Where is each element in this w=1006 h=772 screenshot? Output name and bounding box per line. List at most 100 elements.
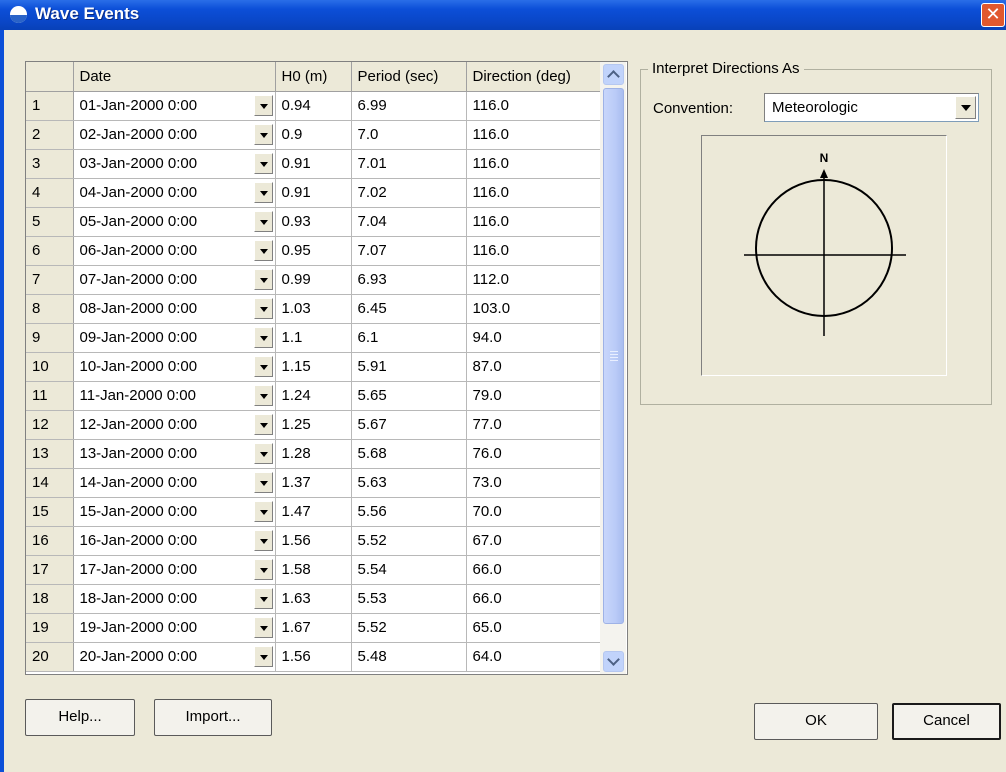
date-dropdown-icon[interactable] <box>253 181 273 203</box>
h0-cell[interactable]: 1.03 <box>275 294 352 324</box>
date-dropdown-icon[interactable] <box>253 210 273 232</box>
wave-events-grid[interactable]: Date H0 (m) Period (sec) Direction (deg)… <box>25 61 628 675</box>
direction-column-header[interactable]: Direction (deg) <box>466 62 601 92</box>
date-cell[interactable]: 13-Jan-2000 0:00 <box>73 439 276 469</box>
table-row[interactable]: 9 09-Jan-2000 0:00 1.1 6.1 94.0 <box>26 323 601 353</box>
ok-button[interactable]: OK <box>754 703 878 740</box>
date-cell[interactable]: 10-Jan-2000 0:00 <box>73 352 276 382</box>
h0-cell[interactable]: 0.91 <box>275 149 352 179</box>
h0-cell[interactable]: 0.93 <box>275 207 352 237</box>
date-dropdown-icon[interactable] <box>253 94 273 116</box>
h0-cell[interactable]: 1.56 <box>275 526 352 556</box>
scrollbar-thumb[interactable] <box>603 88 624 624</box>
direction-cell[interactable]: 76.0 <box>466 439 601 469</box>
table-row[interactable]: 1 01-Jan-2000 0:00 0.94 6.99 116.0 <box>26 91 601 121</box>
period-cell[interactable]: 5.53 <box>351 584 467 614</box>
h0-cell[interactable]: 1.37 <box>275 468 352 498</box>
h0-cell[interactable]: 1.24 <box>275 381 352 411</box>
cancel-button[interactable]: Cancel <box>892 703 1001 740</box>
table-row[interactable]: 7 07-Jan-2000 0:00 0.99 6.93 112.0 <box>26 265 601 295</box>
period-cell[interactable]: 5.54 <box>351 555 467 585</box>
table-row[interactable]: 4 04-Jan-2000 0:00 0.91 7.02 116.0 <box>26 178 601 208</box>
period-cell[interactable]: 6.99 <box>351 91 467 121</box>
date-cell[interactable]: 18-Jan-2000 0:00 <box>73 584 276 614</box>
direction-cell[interactable]: 64.0 <box>466 642 601 672</box>
date-dropdown-icon[interactable] <box>253 500 273 522</box>
direction-cell[interactable]: 112.0 <box>466 265 601 295</box>
date-column-header[interactable]: Date <box>73 62 276 92</box>
date-cell[interactable]: 20-Jan-2000 0:00 <box>73 642 276 672</box>
table-row[interactable]: 18 18-Jan-2000 0:00 1.63 5.53 66.0 <box>26 584 601 614</box>
period-cell[interactable]: 7.02 <box>351 178 467 208</box>
close-button[interactable]: ✕ <box>981 3 1005 27</box>
date-cell[interactable]: 01-Jan-2000 0:00 <box>73 91 276 121</box>
period-cell[interactable]: 5.52 <box>351 613 467 643</box>
date-dropdown-icon[interactable] <box>253 558 273 580</box>
table-row[interactable]: 16 16-Jan-2000 0:00 1.56 5.52 67.0 <box>26 526 601 556</box>
date-dropdown-icon[interactable] <box>253 152 273 174</box>
date-cell[interactable]: 03-Jan-2000 0:00 <box>73 149 276 179</box>
period-cell[interactable]: 5.91 <box>351 352 467 382</box>
date-dropdown-icon[interactable] <box>253 645 273 667</box>
table-row[interactable]: 20 20-Jan-2000 0:00 1.56 5.48 64.0 <box>26 642 601 672</box>
h0-cell[interactable]: 1.25 <box>275 410 352 440</box>
table-row[interactable]: 13 13-Jan-2000 0:00 1.28 5.68 76.0 <box>26 439 601 469</box>
period-cell[interactable]: 6.45 <box>351 294 467 324</box>
scroll-down-arrow-icon[interactable] <box>603 651 624 672</box>
date-dropdown-icon[interactable] <box>253 616 273 638</box>
direction-cell[interactable]: 79.0 <box>466 381 601 411</box>
date-dropdown-icon[interactable] <box>253 471 273 493</box>
direction-cell[interactable]: 66.0 <box>466 584 601 614</box>
h0-cell[interactable]: 1.63 <box>275 584 352 614</box>
direction-cell[interactable]: 65.0 <box>466 613 601 643</box>
table-row[interactable]: 8 08-Jan-2000 0:00 1.03 6.45 103.0 <box>26 294 601 324</box>
help-button[interactable]: Help... <box>25 699 135 736</box>
period-cell[interactable]: 5.63 <box>351 468 467 498</box>
title-bar[interactable]: Wave Events ✕ <box>0 0 1006 30</box>
period-cell[interactable]: 5.48 <box>351 642 467 672</box>
date-cell[interactable]: 05-Jan-2000 0:00 <box>73 207 276 237</box>
direction-cell[interactable]: 77.0 <box>466 410 601 440</box>
h0-cell[interactable]: 1.15 <box>275 352 352 382</box>
h0-cell[interactable]: 1.56 <box>275 642 352 672</box>
table-row[interactable]: 15 15-Jan-2000 0:00 1.47 5.56 70.0 <box>26 497 601 527</box>
date-dropdown-icon[interactable] <box>253 529 273 551</box>
table-row[interactable]: 10 10-Jan-2000 0:00 1.15 5.91 87.0 <box>26 352 601 382</box>
date-dropdown-icon[interactable] <box>253 413 273 435</box>
direction-cell[interactable]: 116.0 <box>466 149 601 179</box>
h0-cell[interactable]: 1.28 <box>275 439 352 469</box>
date-dropdown-icon[interactable] <box>253 297 273 319</box>
h0-cell[interactable]: 1.1 <box>275 323 352 353</box>
date-dropdown-icon[interactable] <box>253 123 273 145</box>
direction-cell[interactable]: 116.0 <box>466 178 601 208</box>
direction-cell[interactable]: 116.0 <box>466 91 601 121</box>
period-cell[interactable]: 5.67 <box>351 410 467 440</box>
date-cell[interactable]: 06-Jan-2000 0:00 <box>73 236 276 266</box>
period-cell[interactable]: 5.56 <box>351 497 467 527</box>
table-row[interactable]: 2 02-Jan-2000 0:00 0.9 7.0 116.0 <box>26 120 601 150</box>
direction-cell[interactable]: 87.0 <box>466 352 601 382</box>
date-dropdown-icon[interactable] <box>253 268 273 290</box>
import-button[interactable]: Import... <box>154 699 272 736</box>
period-cell[interactable]: 6.93 <box>351 265 467 295</box>
date-cell[interactable]: 19-Jan-2000 0:00 <box>73 613 276 643</box>
period-cell[interactable]: 5.52 <box>351 526 467 556</box>
direction-cell[interactable]: 94.0 <box>466 323 601 353</box>
direction-cell[interactable]: 70.0 <box>466 497 601 527</box>
direction-cell[interactable]: 103.0 <box>466 294 601 324</box>
date-cell[interactable]: 16-Jan-2000 0:00 <box>73 526 276 556</box>
date-cell[interactable]: 14-Jan-2000 0:00 <box>73 468 276 498</box>
direction-cell[interactable]: 116.0 <box>466 120 601 150</box>
date-dropdown-icon[interactable] <box>253 355 273 377</box>
date-cell[interactable]: 07-Jan-2000 0:00 <box>73 265 276 295</box>
table-row[interactable]: 6 06-Jan-2000 0:00 0.95 7.07 116.0 <box>26 236 601 266</box>
period-cell[interactable]: 7.04 <box>351 207 467 237</box>
date-dropdown-icon[interactable] <box>253 326 273 348</box>
period-cell[interactable]: 7.07 <box>351 236 467 266</box>
period-cell[interactable]: 7.01 <box>351 149 467 179</box>
table-row[interactable]: 12 12-Jan-2000 0:00 1.25 5.67 77.0 <box>26 410 601 440</box>
table-row[interactable]: 19 19-Jan-2000 0:00 1.67 5.52 65.0 <box>26 613 601 643</box>
period-cell[interactable]: 5.65 <box>351 381 467 411</box>
convention-select[interactable]: Meteorologic <box>764 93 979 122</box>
date-cell[interactable]: 09-Jan-2000 0:00 <box>73 323 276 353</box>
